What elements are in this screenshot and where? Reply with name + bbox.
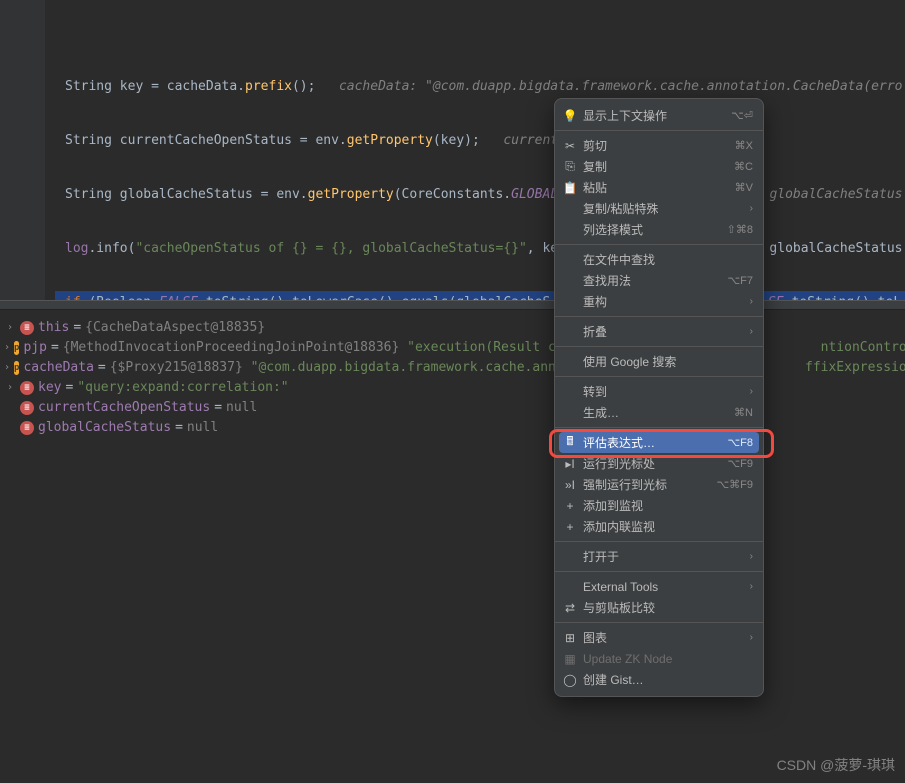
menu-item-add-inline-watch[interactable]: +添加内联监视 xyxy=(555,516,763,537)
menu-item-generate[interactable]: 生成…⌘N xyxy=(555,402,763,423)
object-icon: ≡ xyxy=(20,401,34,415)
code-line: String currentCacheOpenStatus = env.getP… xyxy=(55,129,905,153)
menu-item-force-run-to-cursor[interactable]: »I强制运行到光标⌥⌘F9 xyxy=(555,474,763,495)
context-menu[interactable]: 💡显示上下文操作⌥⏎ ✂剪切⌘X ⎘复制⌘C 📋粘贴⌘V 复制/粘贴特殊› 列选… xyxy=(554,98,764,697)
menu-item-external-tools[interactable]: External Tools› xyxy=(555,576,763,597)
submenu-icon: › xyxy=(750,326,753,337)
code-editor[interactable]: String key = cacheData.prefix(); cacheDa… xyxy=(0,0,905,300)
variable-name: pjp xyxy=(23,338,46,358)
menu-separator xyxy=(555,427,763,428)
menu-item-evaluate-expression[interactable]: 🖩评估表达式…⌥F8 xyxy=(559,432,759,453)
submenu-icon: › xyxy=(750,296,753,307)
lightbulb-icon: 💡 xyxy=(561,109,579,123)
menu-item-update-zk: ▦Update ZK Node xyxy=(555,648,763,669)
variable-name: this xyxy=(38,318,69,338)
object-icon: ≡ xyxy=(20,321,34,335)
add-inline-watch-icon: + xyxy=(561,520,579,534)
menu-separator xyxy=(555,346,763,347)
variable-name: currentCacheOpenStatus xyxy=(38,398,210,418)
menu-item-open-in[interactable]: 打开于› xyxy=(555,546,763,567)
debug-variable-row[interactable]: › ≡ key= "query:expand:correlation:" xyxy=(0,378,905,398)
menu-separator xyxy=(555,376,763,377)
code-line: String key = cacheData.prefix(); cacheDa… xyxy=(55,75,905,99)
variable-value: null xyxy=(187,418,218,438)
github-icon: ◯ xyxy=(561,673,579,687)
menu-separator xyxy=(555,622,763,623)
menu-item-find-usage[interactable]: 查找用法⌥F7 xyxy=(555,270,763,291)
menu-separator xyxy=(555,571,763,572)
variable-value: null xyxy=(226,398,257,418)
cursor-run-icon: ▸I xyxy=(561,457,579,471)
watermark: CSDN @菠萝-琪琪 xyxy=(777,755,895,775)
menu-item-context-actions[interactable]: 💡显示上下文操作⌥⏎ xyxy=(555,105,763,126)
variable-name: globalCacheStatus xyxy=(38,418,171,438)
add-watch-icon: + xyxy=(561,499,579,513)
clipboard-icon: 📋 xyxy=(561,181,579,195)
submenu-icon: › xyxy=(750,203,753,214)
submenu-icon: › xyxy=(750,581,753,592)
node-icon: ▦ xyxy=(561,652,579,666)
debug-variable-row[interactable]: ≡ currentCacheOpenStatus= null xyxy=(0,398,905,418)
parameter-icon: p xyxy=(14,341,19,355)
object-icon: ≡ xyxy=(20,421,34,435)
copy-icon: ⎘ xyxy=(561,159,579,174)
debug-variable-row[interactable]: ≡ globalCacheStatus= null xyxy=(0,418,905,438)
debug-variable-row[interactable]: › p cacheData= {$Proxy215@18837} "@com.d… xyxy=(0,358,905,378)
calculator-icon: 🖩 xyxy=(561,432,579,453)
debug-variable-row[interactable]: › p pjp= {MethodInvocationProceedingJoin… xyxy=(0,338,905,358)
chevron-right-icon[interactable]: › xyxy=(4,338,10,358)
cursor-force-run-icon: »I xyxy=(561,478,579,492)
scissors-icon: ✂ xyxy=(561,139,579,153)
menu-separator xyxy=(555,130,763,131)
debug-variables-panel[interactable]: › ≡ this= {CacheDataAspect@18835} › p pj… xyxy=(0,310,905,783)
object-icon: ≡ xyxy=(20,381,34,395)
panel-divider[interactable] xyxy=(0,300,905,310)
diff-icon: ⇄ xyxy=(561,601,579,615)
menu-item-fold[interactable]: 折叠› xyxy=(555,321,763,342)
gutter xyxy=(0,0,45,300)
menu-item-compare-clipboard[interactable]: ⇄与剪贴板比较 xyxy=(555,597,763,618)
placeholder-icon xyxy=(4,418,16,438)
code-line: log.info("cacheOpenStatus of {} = {}, gl… xyxy=(55,237,905,261)
parameter-icon: p xyxy=(14,361,19,375)
variable-value: {MethodInvocationProceedingJoinPoint@188… xyxy=(63,338,400,358)
placeholder-icon xyxy=(4,398,16,418)
debug-variable-row[interactable]: › ≡ this= {CacheDataAspect@18835} xyxy=(0,318,905,338)
variable-name: cacheData xyxy=(23,358,93,378)
variable-value: {CacheDataAspect@18835} xyxy=(85,318,265,338)
menu-item-create-gist[interactable]: ◯创建 Gist… xyxy=(555,669,763,690)
menu-item-column-select[interactable]: 列选择模式⇧⌘8 xyxy=(555,219,763,240)
menu-item-find-in-files[interactable]: 在文件中查找 xyxy=(555,249,763,270)
diagram-icon: ⊞ xyxy=(561,631,579,645)
variable-value: "query:expand:correlation:" xyxy=(77,378,288,398)
menu-item-cut[interactable]: ✂剪切⌘X xyxy=(555,135,763,156)
menu-separator xyxy=(555,244,763,245)
menu-item-run-to-cursor[interactable]: ▸I运行到光标处⌥F9 xyxy=(555,453,763,474)
variable-name: key xyxy=(38,378,61,398)
variable-string: "@com.duapp.bigdata.framework.cache.anno… xyxy=(251,358,595,378)
menu-separator xyxy=(555,316,763,317)
submenu-icon: › xyxy=(750,632,753,643)
variable-value: {$Proxy215@18837} xyxy=(110,358,243,378)
chevron-right-icon[interactable]: › xyxy=(4,378,16,398)
submenu-icon: › xyxy=(750,386,753,397)
menu-item-refactor[interactable]: 重构› xyxy=(555,291,763,312)
menu-item-google-search[interactable]: 使用 Google 搜索 xyxy=(555,351,763,372)
chevron-right-icon[interactable]: › xyxy=(4,318,16,338)
menu-item-add-watch[interactable]: +添加到监视 xyxy=(555,495,763,516)
menu-item-paste[interactable]: 📋粘贴⌘V xyxy=(555,177,763,198)
code-line: String globalCacheStatus = env.getProper… xyxy=(55,183,905,207)
submenu-icon: › xyxy=(750,551,753,562)
menu-item-goto[interactable]: 转到› xyxy=(555,381,763,402)
menu-item-diagram[interactable]: ⊞图表› xyxy=(555,627,763,648)
menu-separator xyxy=(555,541,763,542)
menu-item-copy[interactable]: ⎘复制⌘C xyxy=(555,156,763,177)
chevron-right-icon[interactable]: › xyxy=(4,358,10,378)
menu-item-paste-special[interactable]: 复制/粘贴特殊› xyxy=(555,198,763,219)
